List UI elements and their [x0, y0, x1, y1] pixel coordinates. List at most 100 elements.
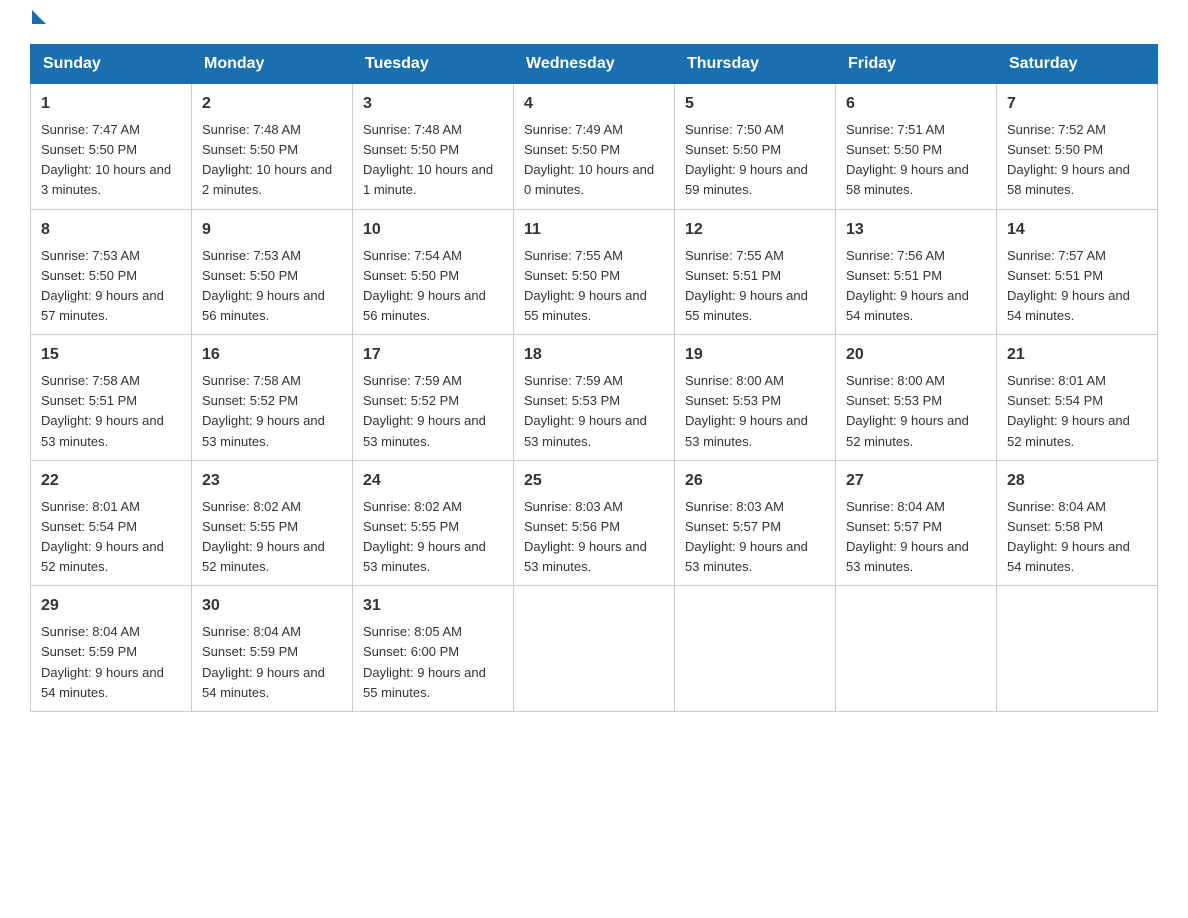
cell-content: Sunrise: 7:55 AMSunset: 5:50 PMDaylight:… — [524, 246, 664, 327]
calendar-week-row: 15Sunrise: 7:58 AMSunset: 5:51 PMDayligh… — [31, 335, 1158, 461]
calendar-cell: 25 Sunrise: 8:03 AMSunset: 5:56 PMDayligh… — [514, 460, 675, 586]
day-number: 25 — [524, 469, 664, 493]
cell-content: Sunrise: 7:55 AMSunset: 5:51 PMDaylight:… — [685, 246, 825, 327]
cell-content: Sunrise: 7:49 AMSunset: 5:50 PMDaylight:… — [524, 120, 664, 201]
day-number: 5 — [685, 92, 825, 116]
cell-content: Sunrise: 8:04 AMSunset: 5:59 PMDaylight:… — [202, 622, 342, 703]
calendar-table: SundayMondayTuesdayWednesdayThursdayFrid… — [30, 44, 1158, 712]
day-number: 16 — [202, 343, 342, 367]
calendar-cell: 4 Sunrise: 7:49 AMSunset: 5:50 PMDaylight… — [514, 84, 675, 210]
day-number: 18 — [524, 343, 664, 367]
day-number: 31 — [363, 594, 503, 618]
cell-content: Sunrise: 7:57 AMSunset: 5:51 PMDaylight:… — [1007, 246, 1147, 327]
column-header-sunday: Sunday — [31, 45, 192, 84]
day-number: 23 — [202, 469, 342, 493]
day-number: 24 — [363, 469, 503, 493]
calendar-cell: 1 Sunrise: 7:47 AMSunset: 5:50 PMDaylight… — [31, 84, 192, 210]
column-header-friday: Friday — [836, 45, 997, 84]
calendar-cell: 23 Sunrise: 8:02 AMSunset: 5:55 PMDayligh… — [192, 460, 353, 586]
day-number: 8 — [41, 218, 181, 242]
calendar-week-row: 22Sunrise: 8:01 AMSunset: 5:54 PMDayligh… — [31, 460, 1158, 586]
day-number: 2 — [202, 92, 342, 116]
day-number: 29 — [41, 594, 181, 618]
day-number: 13 — [846, 218, 986, 242]
cell-content: Sunrise: 7:47 AMSunset: 5:50 PMDaylight:… — [41, 120, 181, 201]
cell-content: Sunrise: 8:04 AMSunset: 5:58 PMDaylight:… — [1007, 497, 1147, 578]
calendar-cell: 7 Sunrise: 7:52 AMSunset: 5:50 PMDaylight… — [997, 84, 1158, 210]
calendar-cell: 13 Sunrise: 7:56 AMSunset: 5:51 PMDayligh… — [836, 209, 997, 335]
day-number: 10 — [363, 218, 503, 242]
calendar-week-row: 1 Sunrise: 7:47 AMSunset: 5:50 PMDaylight… — [31, 84, 1158, 210]
logo-triangle-icon — [32, 10, 46, 24]
calendar-cell: 14Sunrise: 7:57 AMSunset: 5:51 PMDayligh… — [997, 209, 1158, 335]
cell-content: Sunrise: 7:48 AMSunset: 5:50 PMDaylight:… — [363, 120, 503, 201]
cell-content: Sunrise: 8:01 AMSunset: 5:54 PMDaylight:… — [1007, 371, 1147, 452]
calendar-cell: 26 Sunrise: 8:03 AMSunset: 5:57 PMDayligh… — [675, 460, 836, 586]
day-number: 20 — [846, 343, 986, 367]
day-number: 4 — [524, 92, 664, 116]
calendar-cell: 3 Sunrise: 7:48 AMSunset: 5:50 PMDaylight… — [353, 84, 514, 210]
cell-content: Sunrise: 8:00 AMSunset: 5:53 PMDaylight:… — [685, 371, 825, 452]
cell-content: Sunrise: 8:04 AMSunset: 5:59 PMDaylight:… — [41, 622, 181, 703]
calendar-cell: 18 Sunrise: 7:59 AMSunset: 5:53 PMDayligh… — [514, 335, 675, 461]
cell-content: Sunrise: 8:00 AMSunset: 5:53 PMDaylight:… — [846, 371, 986, 452]
cell-content: Sunrise: 7:59 AMSunset: 5:53 PMDaylight:… — [524, 371, 664, 452]
calendar-week-row: 8 Sunrise: 7:53 AMSunset: 5:50 PMDaylight… — [31, 209, 1158, 335]
calendar-cell: 5 Sunrise: 7:50 AMSunset: 5:50 PMDaylight… — [675, 84, 836, 210]
cell-content: Sunrise: 7:52 AMSunset: 5:50 PMDaylight:… — [1007, 120, 1147, 201]
calendar-cell: 16 Sunrise: 7:58 AMSunset: 5:52 PMDayligh… — [192, 335, 353, 461]
calendar-cell — [836, 586, 997, 712]
calendar-cell: 30 Sunrise: 8:04 AMSunset: 5:59 PMDayligh… — [192, 586, 353, 712]
day-number: 7 — [1007, 92, 1147, 116]
calendar-cell — [997, 586, 1158, 712]
cell-content: Sunrise: 8:03 AMSunset: 5:57 PMDaylight:… — [685, 497, 825, 578]
calendar-cell: 8 Sunrise: 7:53 AMSunset: 5:50 PMDaylight… — [31, 209, 192, 335]
day-number: 11 — [524, 218, 664, 242]
page-header — [30, 20, 1158, 24]
calendar-cell: 20 Sunrise: 8:00 AMSunset: 5:53 PMDayligh… — [836, 335, 997, 461]
day-number: 19 — [685, 343, 825, 367]
day-number: 17 — [363, 343, 503, 367]
column-header-thursday: Thursday — [675, 45, 836, 84]
cell-content: Sunrise: 7:58 AMSunset: 5:52 PMDaylight:… — [202, 371, 342, 452]
day-number: 30 — [202, 594, 342, 618]
calendar-cell: 6Sunrise: 7:51 AMSunset: 5:50 PMDaylight… — [836, 84, 997, 210]
day-number: 26 — [685, 469, 825, 493]
calendar-cell: 12Sunrise: 7:55 AMSunset: 5:51 PMDayligh… — [675, 209, 836, 335]
calendar-cell: 17Sunrise: 7:59 AMSunset: 5:52 PMDayligh… — [353, 335, 514, 461]
calendar-cell: 24 Sunrise: 8:02 AMSunset: 5:55 PMDayligh… — [353, 460, 514, 586]
calendar-cell: 28 Sunrise: 8:04 AMSunset: 5:58 PMDayligh… — [997, 460, 1158, 586]
day-number: 6 — [846, 92, 986, 116]
day-number: 9 — [202, 218, 342, 242]
calendar-cell: 31 Sunrise: 8:05 AMSunset: 6:00 PMDayligh… — [353, 586, 514, 712]
calendar-cell: 11 Sunrise: 7:55 AMSunset: 5:50 PMDayligh… — [514, 209, 675, 335]
calendar-cell: 19 Sunrise: 8:00 AMSunset: 5:53 PMDayligh… — [675, 335, 836, 461]
cell-content: Sunrise: 8:05 AMSunset: 6:00 PMDaylight:… — [363, 622, 503, 703]
day-number: 1 — [41, 92, 181, 116]
cell-content: Sunrise: 7:58 AMSunset: 5:51 PMDaylight:… — [41, 371, 181, 452]
calendar-cell: 29 Sunrise: 8:04 AMSunset: 5:59 PMDayligh… — [31, 586, 192, 712]
cell-content: Sunrise: 7:56 AMSunset: 5:51 PMDaylight:… — [846, 246, 986, 327]
cell-content: Sunrise: 8:02 AMSunset: 5:55 PMDaylight:… — [363, 497, 503, 578]
calendar-cell: 22Sunrise: 8:01 AMSunset: 5:54 PMDayligh… — [31, 460, 192, 586]
cell-content: Sunrise: 7:54 AMSunset: 5:50 PMDaylight:… — [363, 246, 503, 327]
day-number: 22 — [41, 469, 181, 493]
calendar-cell — [514, 586, 675, 712]
cell-content: Sunrise: 7:48 AMSunset: 5:50 PMDaylight:… — [202, 120, 342, 201]
day-number: 3 — [363, 92, 503, 116]
calendar-cell: 15Sunrise: 7:58 AMSunset: 5:51 PMDayligh… — [31, 335, 192, 461]
calendar-cell: 2 Sunrise: 7:48 AMSunset: 5:50 PMDaylight… — [192, 84, 353, 210]
cell-content: Sunrise: 8:03 AMSunset: 5:56 PMDaylight:… — [524, 497, 664, 578]
day-number: 27 — [846, 469, 986, 493]
cell-content: Sunrise: 8:02 AMSunset: 5:55 PMDaylight:… — [202, 497, 342, 578]
cell-content: Sunrise: 7:53 AMSunset: 5:50 PMDaylight:… — [41, 246, 181, 327]
cell-content: Sunrise: 8:04 AMSunset: 5:57 PMDaylight:… — [846, 497, 986, 578]
calendar-cell: 9Sunrise: 7:53 AMSunset: 5:50 PMDaylight… — [192, 209, 353, 335]
cell-content: Sunrise: 7:50 AMSunset: 5:50 PMDaylight:… — [685, 120, 825, 201]
day-number: 21 — [1007, 343, 1147, 367]
column-header-saturday: Saturday — [997, 45, 1158, 84]
calendar-cell: 21 Sunrise: 8:01 AMSunset: 5:54 PMDayligh… — [997, 335, 1158, 461]
calendar-cell — [675, 586, 836, 712]
day-number: 28 — [1007, 469, 1147, 493]
calendar-week-row: 29 Sunrise: 8:04 AMSunset: 5:59 PMDayligh… — [31, 586, 1158, 712]
